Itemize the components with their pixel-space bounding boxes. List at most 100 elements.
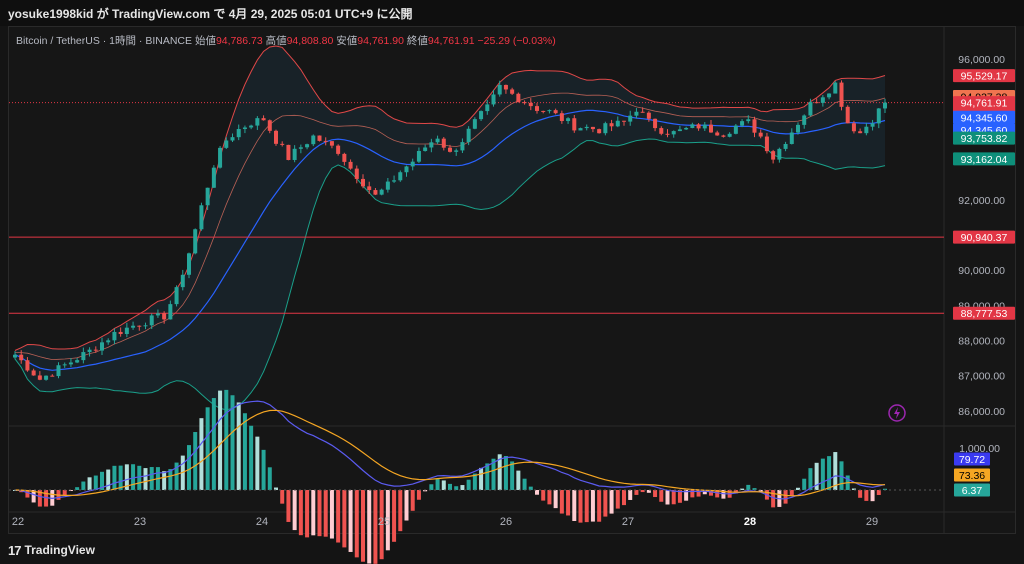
- candle-body: [528, 102, 533, 107]
- candle-body: [87, 349, 92, 353]
- candle-body: [298, 147, 303, 149]
- candle-body: [690, 124, 695, 128]
- candle-body: [870, 123, 875, 127]
- macd-histogram-bar: [249, 425, 254, 490]
- candle-body: [274, 130, 278, 144]
- macd-histogram-bar: [286, 490, 291, 522]
- candle-body: [640, 111, 645, 113]
- legend-close-label: 終値: [406, 35, 428, 47]
- macd-histogram-bar: [255, 436, 260, 490]
- candle-body: [93, 349, 98, 351]
- macd-histogram-bar: [622, 490, 626, 506]
- candle-body: [733, 125, 738, 134]
- candle-body: [535, 106, 539, 111]
- macd-histogram-bar: [149, 467, 154, 490]
- candle-body: [342, 153, 347, 162]
- macd-histogram-bar: [671, 490, 676, 505]
- candle-body: [715, 132, 720, 136]
- macd-histogram-bar: [361, 490, 365, 562]
- candle-body: [25, 360, 30, 371]
- candle-body: [510, 89, 515, 94]
- indicator-label-text: 6.37: [962, 485, 983, 497]
- macd-histogram-bar: [827, 456, 832, 490]
- candle-body: [242, 127, 247, 130]
- candle-body: [348, 161, 353, 169]
- candle-body: [566, 118, 571, 122]
- macd-histogram-bar: [528, 486, 533, 490]
- macd-histogram-bar: [137, 465, 142, 490]
- macd-histogram-bar: [566, 490, 571, 516]
- footer-brand: 17 TradingView: [8, 540, 95, 560]
- candle-body: [255, 118, 260, 126]
- y-tick-label: 90,000.00: [958, 265, 1005, 277]
- macd-histogram-bar: [87, 477, 92, 490]
- candle-body: [590, 126, 595, 130]
- candle-body: [155, 313, 160, 316]
- legend-low-label: 安値: [336, 35, 358, 47]
- candle-body: [75, 360, 80, 363]
- candle-body: [131, 325, 136, 328]
- indicator-label-text: 79.72: [959, 454, 985, 466]
- candle-body: [609, 123, 614, 127]
- price-label-text: 95,529.17: [961, 71, 1008, 83]
- macd-histogram-bar: [783, 490, 788, 504]
- macd-histogram-bar: [261, 449, 266, 490]
- candle-body: [783, 143, 788, 149]
- macd-histogram-bar: [839, 461, 844, 490]
- candle-body: [851, 123, 856, 132]
- candle-body: [578, 128, 583, 131]
- candle-body: [31, 370, 36, 376]
- price-label-text: 88,777.53: [961, 308, 1008, 320]
- candle-body: [740, 121, 745, 126]
- candle-body: [883, 102, 887, 109]
- macd-histogram-bar: [112, 465, 117, 490]
- x-tick-label: 26: [500, 516, 512, 528]
- candle-body: [404, 166, 409, 173]
- candle-body: [746, 119, 751, 122]
- candle-body: [454, 150, 459, 152]
- candle-body: [671, 131, 676, 135]
- macd-histogram-bar: [398, 490, 403, 532]
- candle-body: [628, 115, 633, 122]
- macd-histogram-bar: [516, 470, 521, 490]
- candle-body: [385, 181, 390, 190]
- candle-body: [211, 167, 216, 188]
- candle-body: [845, 106, 850, 124]
- price-chart[interactable]: 86,000.0087,000.0088,000.0089,000.0090,0…: [0, 0, 1024, 564]
- candle-body: [572, 118, 577, 131]
- macd-histogram-bar: [597, 490, 602, 522]
- candle-body: [379, 189, 384, 195]
- indicator-label-text: 73.36: [959, 470, 985, 482]
- macd-histogram-bar: [298, 490, 303, 536]
- candle-body: [280, 143, 285, 145]
- candle-body: [721, 135, 726, 137]
- macd-histogram-bar: [541, 490, 546, 501]
- macd-histogram-bar: [392, 490, 397, 542]
- macd-histogram-bar: [858, 490, 863, 498]
- x-tick-label: 23: [134, 516, 146, 528]
- candle-body: [100, 342, 104, 351]
- macd-histogram-bar: [218, 390, 223, 490]
- candle-body: [106, 340, 111, 343]
- macd-histogram-bar: [876, 490, 881, 495]
- candle-body: [441, 138, 446, 148]
- candle-body: [174, 287, 179, 305]
- macd-histogram-bar: [435, 479, 440, 490]
- y-tick-label: 88,000.00: [958, 336, 1005, 348]
- macd-histogram-bar: [323, 490, 328, 537]
- macd-histogram-bar: [329, 490, 334, 539]
- candle-body: [329, 141, 334, 146]
- tradingview-logo-icon: 17: [8, 542, 22, 558]
- candle-body: [180, 274, 185, 288]
- price-label-text: 93,753.82: [961, 133, 1008, 145]
- candle-body: [13, 354, 17, 358]
- price-label-text: 90,940.37: [961, 232, 1008, 244]
- candle-body: [516, 93, 521, 103]
- macd-histogram-bar: [559, 490, 564, 514]
- candle-body: [435, 138, 440, 143]
- macd-histogram-bar: [628, 490, 633, 500]
- macd-histogram-bar: [634, 490, 639, 495]
- candle-body: [460, 142, 465, 151]
- candle-body: [764, 136, 769, 152]
- candle-body: [541, 110, 546, 112]
